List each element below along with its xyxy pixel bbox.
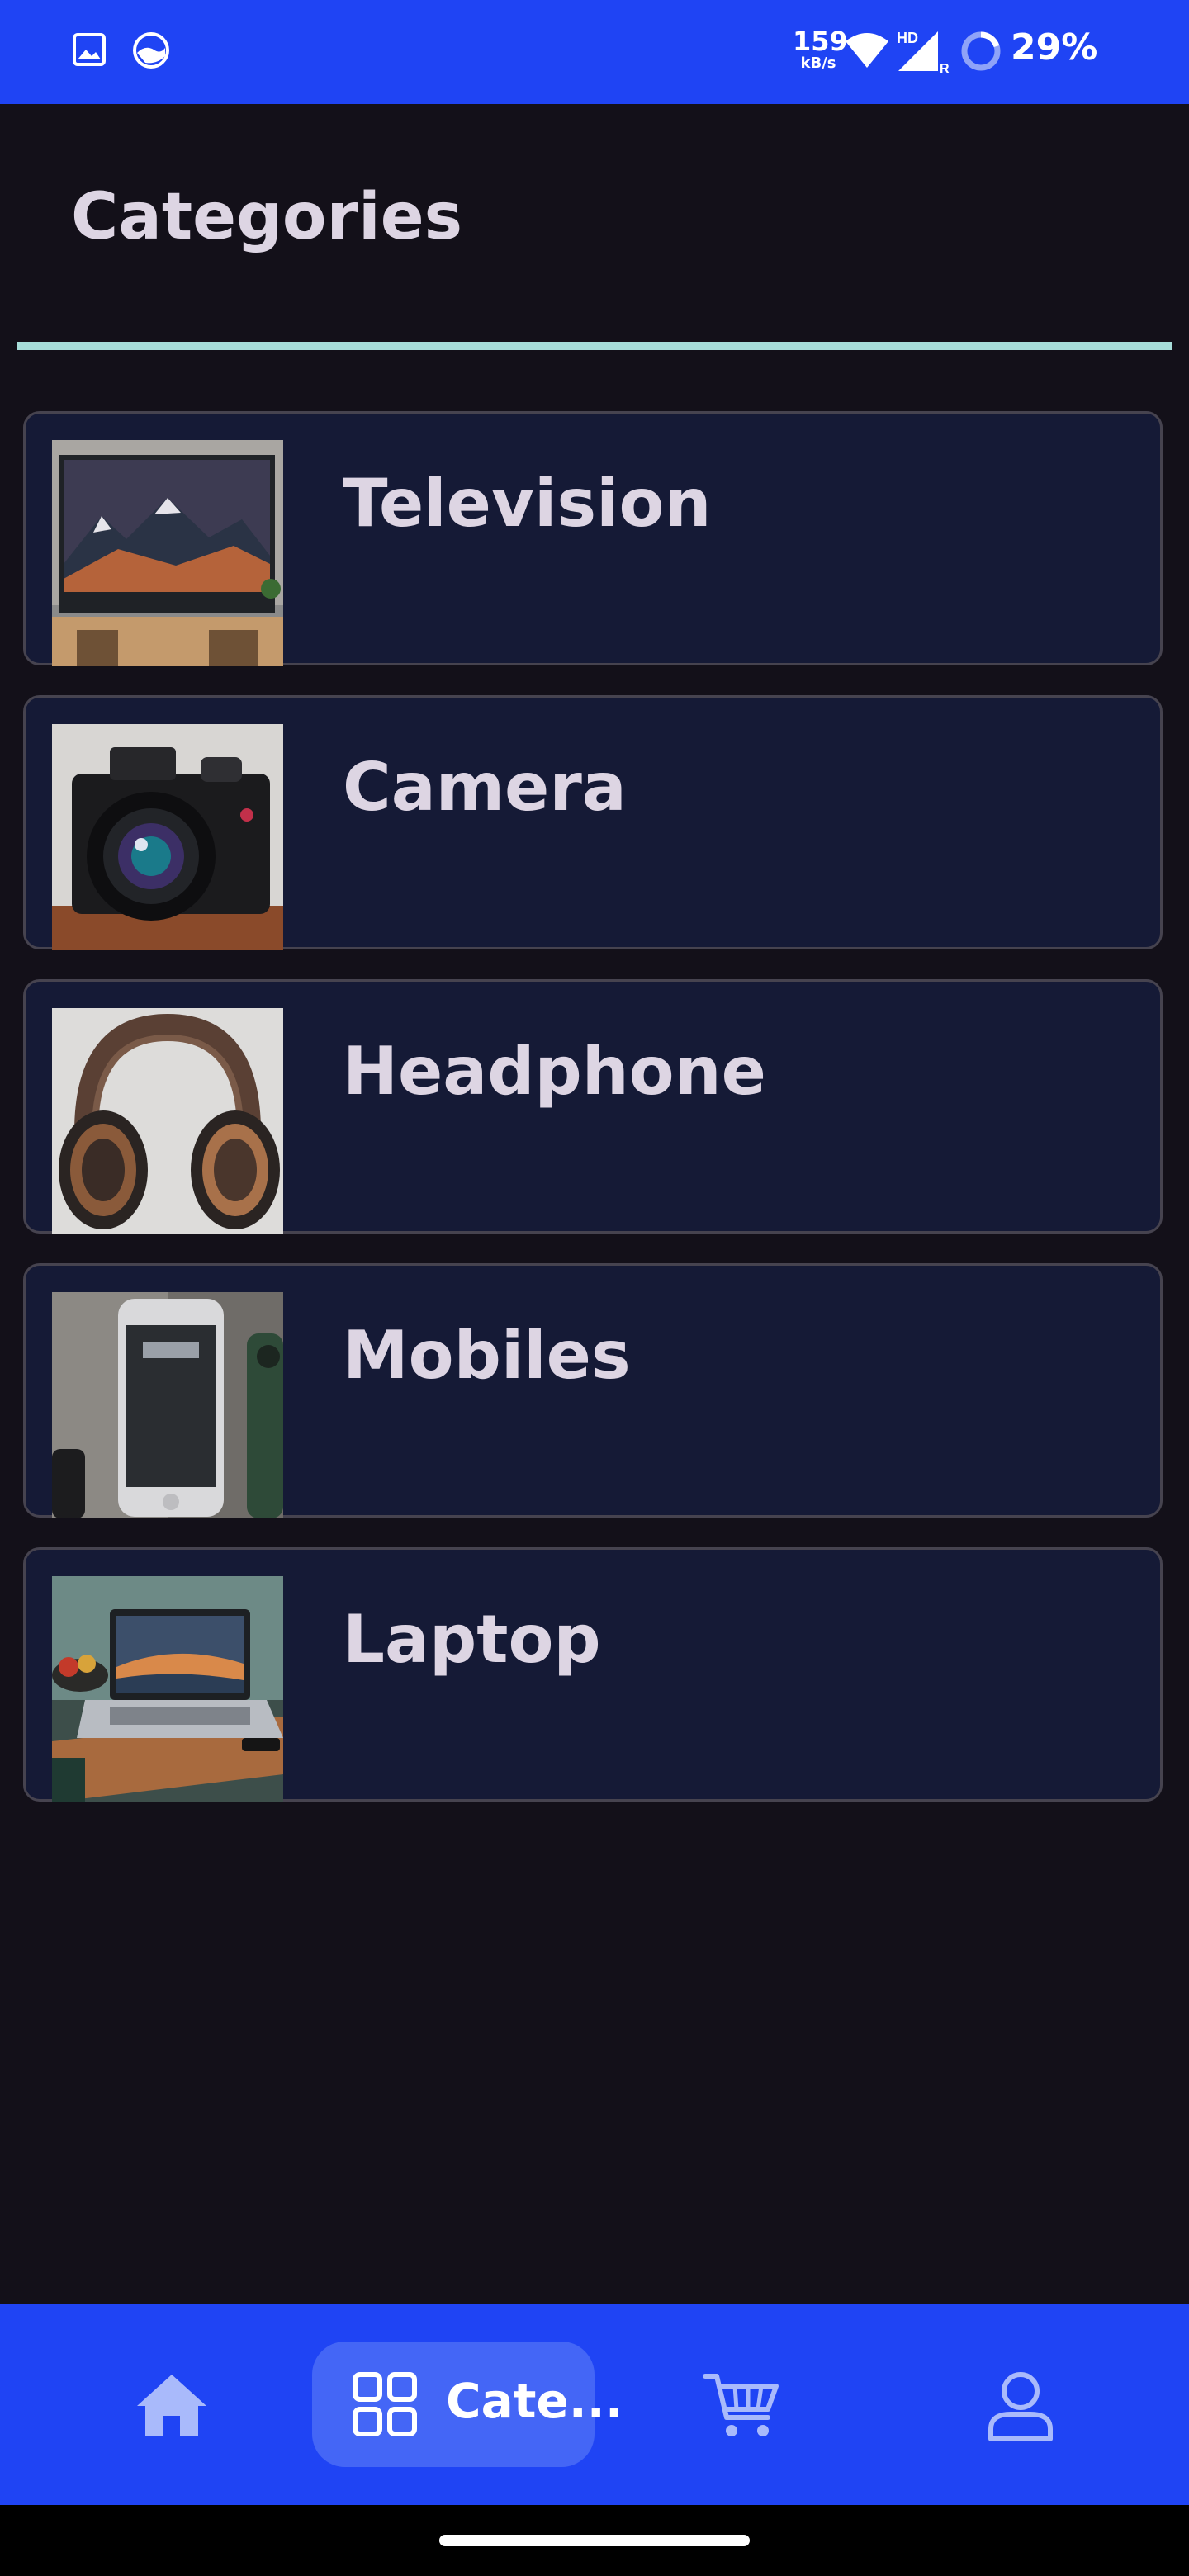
headphone-image [52, 1008, 283, 1234]
category-label: Mobiles [343, 1317, 631, 1394]
header-divider [17, 342, 1172, 350]
nav-profile[interactable] [941, 2304, 1106, 2505]
category-card-camera[interactable]: Camera [23, 695, 1163, 950]
category-label: Laptop [343, 1601, 601, 1678]
system-navigation-bar [0, 2505, 1189, 2576]
category-card-laptop[interactable]: Laptop [23, 1547, 1163, 1802]
network-badge: HD [897, 30, 918, 46]
nav-cart[interactable] [661, 2304, 826, 2505]
camera-image [52, 724, 283, 950]
laptop-image [52, 1576, 283, 1802]
home-gesture-handle[interactable] [439, 2535, 750, 2546]
signal-sub: R [940, 62, 950, 74]
category-label: Television [343, 465, 712, 542]
status-bar: 159 kB/s HD R 29% [0, 0, 1189, 104]
wifi-icon [844, 30, 890, 73]
nav-categories-label: Cate... [446, 2373, 623, 2429]
category-card-mobiles[interactable]: Mobiles [23, 1263, 1163, 1518]
nav-home[interactable] [91, 2304, 256, 2505]
home-icon [134, 2371, 210, 2441]
battery-ring-icon [959, 30, 1002, 76]
category-label: Headphone [343, 1033, 766, 1110]
battery-percent: 29% [1011, 26, 1098, 69]
signal-icon: HD R [895, 28, 950, 78]
category-card-television[interactable]: Television [23, 411, 1163, 666]
bottom-navigation: Cate... [0, 2304, 1189, 2505]
app-notification-icon [132, 31, 170, 73]
cart-icon [702, 2370, 781, 2442]
profile-icon [986, 2370, 1055, 2447]
grid-icon [352, 2371, 418, 2441]
nav-categories[interactable]: Cate... [312, 2342, 623, 2467]
page-title: Categories [71, 180, 463, 254]
network-speed-value: 159 [793, 26, 848, 57]
category-label: Camera [343, 749, 627, 826]
network-speed: 159 kB/s [793, 26, 848, 72]
television-image [52, 440, 283, 666]
mobile-image [52, 1292, 283, 1518]
category-card-headphone[interactable]: Headphone [23, 979, 1163, 1234]
gallery-icon [71, 31, 107, 71]
network-speed-unit: kB/s [800, 54, 836, 72]
